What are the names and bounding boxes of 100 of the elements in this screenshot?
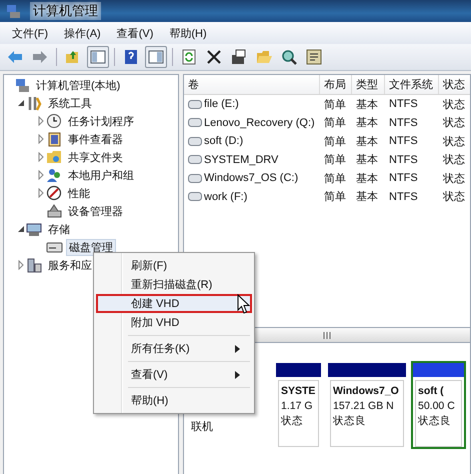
left-pane-icon — [89, 48, 107, 66]
partition-status: 状态良 — [333, 414, 367, 429]
column-header[interactable]: 状态 — [439, 75, 470, 94]
submenu-arrow-icon — [235, 344, 240, 352]
table-cell-text: 状态 — [442, 134, 466, 150]
column-header[interactable]: 布局 — [320, 75, 352, 94]
table-cell: SYSTEM_DRV — [204, 154, 278, 166]
search-icon — [280, 48, 298, 66]
column-header[interactable]: 类型 — [352, 75, 385, 94]
table-cell: work (F:) — [204, 190, 248, 203]
table-cell-text: 简单 — [323, 116, 347, 132]
properties-icon — [230, 48, 248, 66]
menu-item[interactable]: 创建 VHD — [96, 294, 252, 313]
toolbar-button[interactable] — [87, 46, 109, 68]
tree-item[interactable]: 任务计划程序 — [66, 114, 136, 128]
table-cell-text: NTFS — [388, 97, 419, 112]
table-cell-text: 状态 — [442, 152, 466, 168]
partition-status: 状态良 — [418, 414, 452, 429]
partition-size: 1.17 G — [281, 399, 314, 414]
table-cell-text: 简单 — [323, 98, 347, 113]
menu-item[interactable]: 操作(A) — [58, 24, 107, 42]
table-cell-text: 状态 — [442, 172, 466, 187]
folder-icon — [255, 48, 273, 66]
tree-item-icon — [26, 256, 43, 274]
tree-item-icon — [26, 220, 43, 238]
app-icon — [5, 2, 22, 20]
table-cell: Lenovo_Recovery (Q:) — [204, 116, 315, 129]
tree-item-icon — [46, 130, 63, 148]
tree-item-icon — [46, 112, 63, 130]
tree-item-icon — [26, 94, 43, 112]
submenu-arrow-icon — [235, 370, 240, 378]
table-cell-text: 基本 — [355, 172, 379, 187]
mouse-pointer-icon — [237, 294, 250, 314]
collapse-icon[interactable] — [16, 98, 26, 108]
expand-icon[interactable] — [36, 152, 46, 162]
tree-item[interactable]: 计算机管理(本地) — [34, 78, 122, 92]
drive-icon — [188, 100, 202, 109]
menu-item[interactable]: 附加 VHD — [96, 313, 252, 332]
table-cell: soft (D:) — [204, 135, 244, 148]
drive-icon — [188, 118, 202, 128]
tree-item[interactable]: 存储 — [46, 222, 72, 236]
forward-arrow-icon — [31, 48, 49, 66]
list-icon — [305, 48, 323, 66]
table-cell-text: 简单 — [323, 153, 347, 168]
collapse-icon[interactable] — [16, 224, 26, 234]
grip-icon — [322, 332, 332, 338]
tree-item[interactable]: 服务和应 — [46, 258, 94, 272]
table-cell: file (E:) — [204, 98, 239, 110]
table-cell-text: 简单 — [323, 172, 347, 187]
tree-item-icon — [46, 202, 63, 220]
tree-item[interactable]: 系统工具 — [46, 96, 94, 110]
partition-size: 157.21 GB N — [333, 399, 395, 414]
table-cell-text: 状态 — [442, 116, 466, 132]
table-cell-text: 简单 — [323, 134, 347, 150]
partition-name: soft ( — [418, 384, 445, 399]
menu-item[interactable]: 帮助(H) — [163, 24, 213, 42]
menu-item[interactable]: 所有任务(K) — [96, 339, 252, 358]
table-cell-text: 基本 — [355, 190, 379, 206]
expand-icon[interactable] — [36, 134, 46, 144]
drive-icon — [188, 174, 202, 183]
tree-item[interactable]: 共享文件夹 — [66, 150, 125, 164]
menu-item[interactable]: 查看(V) — [96, 365, 252, 384]
tree-item-icon — [14, 76, 31, 94]
tree-item[interactable]: 性能 — [66, 186, 92, 200]
column-header[interactable]: 文件系统 — [385, 75, 439, 94]
partition-name: Windows7_O — [333, 384, 400, 399]
partition-block[interactable]: soft ( 50.00 C 状态良 — [411, 361, 466, 449]
help-icon — [122, 48, 140, 66]
table-cell-text: NTFS — [388, 152, 419, 168]
toolbar-button[interactable] — [145, 46, 167, 68]
menu-item[interactable]: 刷新(F) — [96, 256, 252, 275]
tree-item-icon — [46, 148, 63, 166]
expand-icon[interactable] — [16, 260, 26, 270]
expand-icon[interactable] — [36, 116, 46, 126]
table-cell-text: NTFS — [388, 190, 419, 205]
column-header[interactable]: 卷 — [184, 75, 320, 94]
tree-item-icon — [46, 184, 63, 202]
expand-icon[interactable] — [36, 170, 46, 180]
table-cell-text: 简单 — [323, 190, 347, 206]
menu-item[interactable]: 文件(F) — [6, 24, 54, 42]
tree-item[interactable]: 事件查看器 — [66, 132, 125, 146]
tree-item[interactable]: 本地用户和组 — [66, 168, 136, 182]
right-pane-icon — [147, 48, 165, 66]
expand-icon[interactable] — [36, 188, 46, 198]
tree-item[interactable]: 磁盘管理 — [66, 238, 116, 256]
partition-status: 状态 — [281, 414, 304, 429]
menu-item[interactable]: 重新扫描磁盘(R) — [96, 275, 252, 294]
refresh-icon — [180, 48, 198, 66]
partition-name: SYSTE — [281, 384, 316, 399]
partition-size: 50.00 C — [418, 399, 456, 414]
drive-icon — [188, 136, 202, 146]
tree-item[interactable]: 设备管理器 — [66, 204, 125, 218]
menu-item[interactable]: 查看(V) — [110, 24, 160, 42]
table-cell-text: NTFS — [388, 134, 419, 150]
table-cell-text: 基本 — [355, 98, 379, 113]
menu-item[interactable]: 帮助(H) — [96, 391, 252, 410]
table-cell-text: 基本 — [355, 134, 379, 150]
drive-icon — [188, 192, 202, 202]
table-cell-text: 状态 — [442, 98, 466, 113]
table-cell-text: 状态 — [442, 190, 466, 206]
